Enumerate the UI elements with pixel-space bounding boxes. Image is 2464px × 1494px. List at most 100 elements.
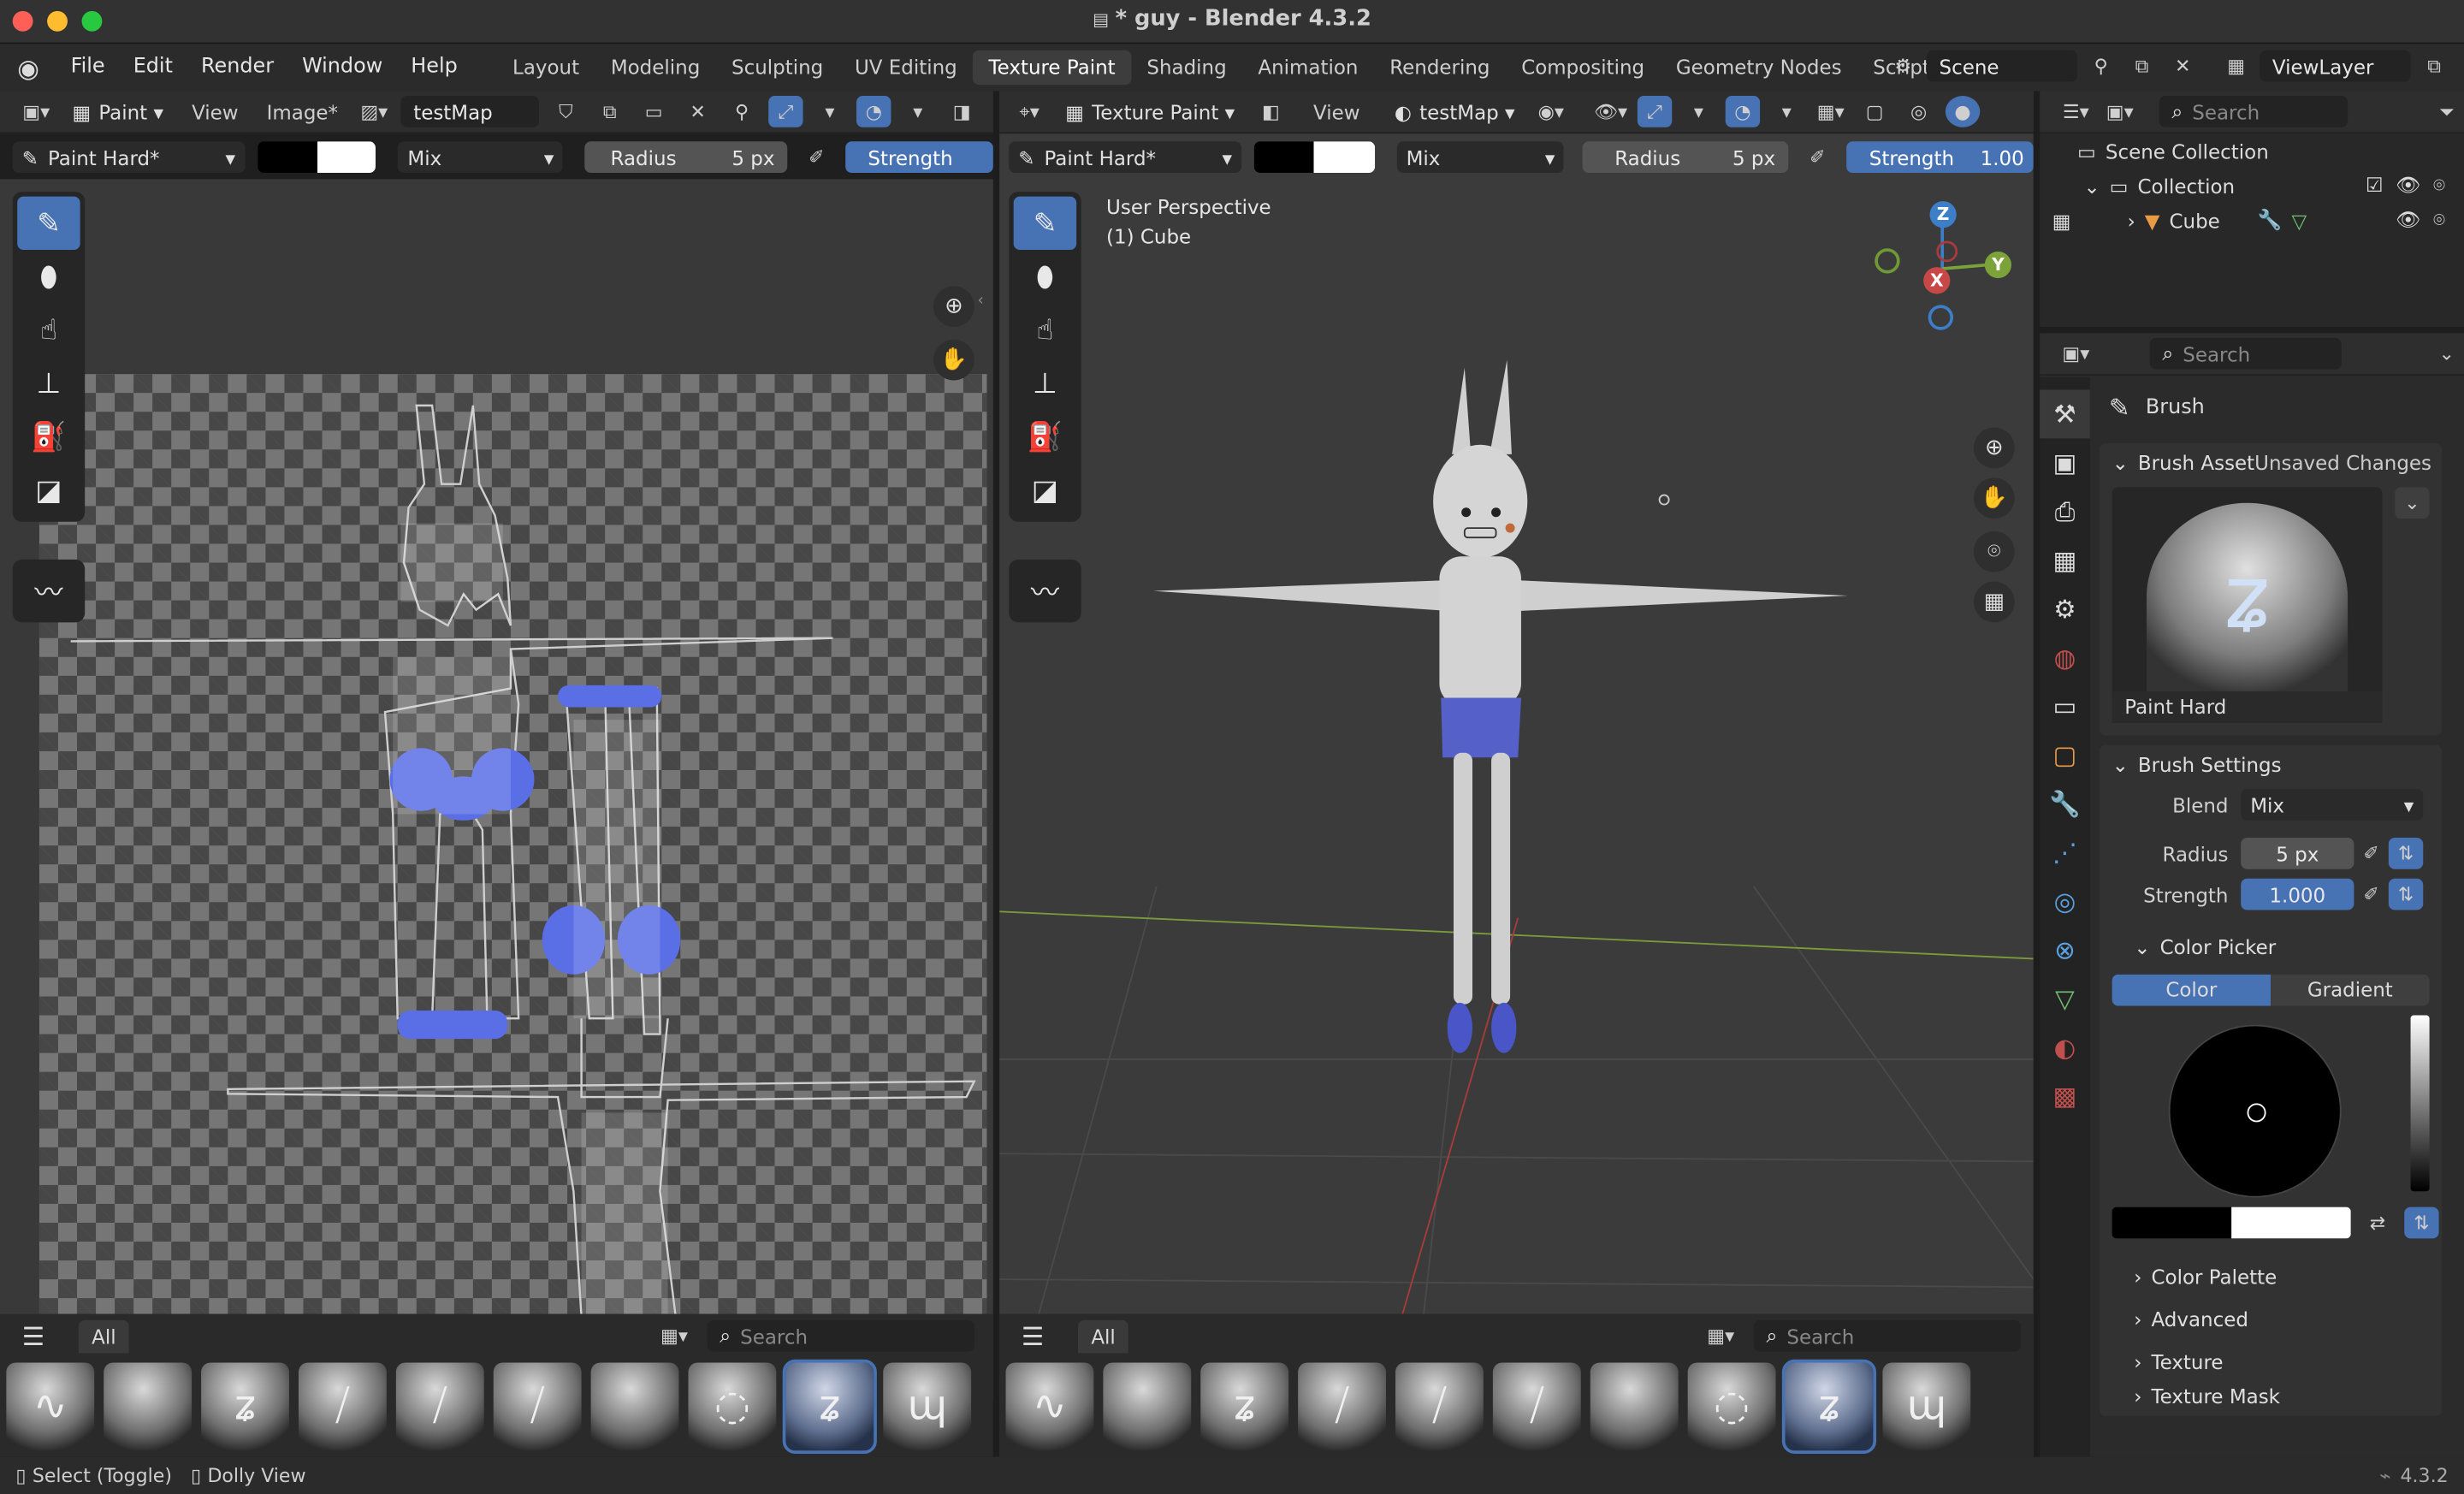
- pan-nav-button[interactable]: ✋: [933, 339, 974, 381]
- tab-modeling[interactable]: Modeling: [595, 50, 715, 85]
- gizmo-y-axis[interactable]: Y: [1984, 251, 2012, 279]
- uv-texture-map[interactable]: [38, 374, 987, 1346]
- editor-type-icon[interactable]: ▣▾: [19, 96, 53, 127]
- scene-icon[interactable]: ⚙: [1886, 50, 1920, 82]
- gizmo-z-axis[interactable]: Z: [1929, 201, 1957, 228]
- overlay-icon[interactable]: ◔: [856, 96, 891, 127]
- color-picker-header[interactable]: ⌄ Color Picker: [2100, 928, 2442, 965]
- brush-asset-section-header[interactable]: ⌄ Brush Asset Unsaved Changes: [2100, 443, 2442, 481]
- viewport-smear-tool[interactable]: ☝: [1014, 303, 1076, 356]
- viewport-mask-tool[interactable]: ◪: [1014, 464, 1076, 517]
- image-browse-icon[interactable]: ▨▾: [357, 96, 391, 127]
- texture-mask-section[interactable]: › Texture Mask: [2100, 1384, 2442, 1407]
- menu-edit[interactable]: Edit: [119, 44, 187, 91]
- draw-tool[interactable]: ✎: [17, 196, 80, 251]
- fake-user-icon[interactable]: ⛉: [548, 96, 583, 127]
- remove-scene-icon[interactable]: ✕: [2165, 50, 2200, 82]
- outliner-row-collection[interactable]: ⌄ ▭ Collection ☑ 👁 ⌾: [2040, 169, 2464, 203]
- properties-color-pair[interactable]: [2112, 1206, 2351, 1239]
- new-image-icon[interactable]: ⧉: [593, 96, 627, 127]
- filter-icon[interactable]: ⏷: [2430, 96, 2464, 127]
- viewport-zoom-button[interactable]: ⊕: [1973, 427, 2015, 469]
- value-slider[interactable]: [2410, 1015, 2430, 1192]
- properties-secondary-color[interactable]: [2231, 1206, 2351, 1239]
- brush-asset-erase-soft[interactable]: ⧸: [395, 1362, 484, 1451]
- scene-selector[interactable]: Scene: [1926, 50, 2078, 82]
- brush-asset-paint-hard[interactable]: ʑ: [782, 1359, 877, 1454]
- camera-icon[interactable]: ⌾: [1973, 531, 2015, 572]
- viewport-view-menu[interactable]: View: [1298, 100, 1376, 124]
- tab-geometry-nodes[interactable]: Geometry Nodes: [1661, 50, 1857, 85]
- camera-icon[interactable]: ⌾: [2433, 173, 2445, 198]
- shading-icon[interactable]: ◉▾: [1534, 96, 1568, 127]
- tab-layout[interactable]: Layout: [497, 50, 595, 85]
- image-menu[interactable]: Image*: [258, 100, 347, 124]
- strength-field[interactable]: Strength: [845, 141, 993, 174]
- menu-render[interactable]: Render: [187, 44, 287, 91]
- smear-tool[interactable]: ☝: [17, 303, 80, 356]
- snap-dropdown-icon[interactable]: ▾: [813, 96, 847, 127]
- pin-icon[interactable]: ⚲: [2084, 50, 2118, 82]
- zoom-nav-button[interactable]: ⊕: [933, 286, 974, 328]
- viewport-asset-display-icon[interactable]: ▦▾: [1703, 1320, 1738, 1352]
- tab-data[interactable]: ▽: [2040, 975, 2090, 1023]
- viewport-draw-tool[interactable]: ✎: [1013, 196, 1077, 251]
- blend-dropdown[interactable]: Mix ▾: [398, 141, 564, 174]
- open-image-icon[interactable]: ▭: [637, 96, 671, 127]
- tab-animation[interactable]: Animation: [1242, 50, 1374, 85]
- hand-icon[interactable]: ✋: [1973, 477, 2015, 519]
- tab-tool[interactable]: ⚒: [2040, 389, 2090, 439]
- asset-tab-all[interactable]: All: [79, 1319, 129, 1353]
- properties-primary-color[interactable]: [2112, 1206, 2232, 1239]
- texture-section[interactable]: › Texture: [2100, 1343, 2442, 1380]
- brush-asset-blur[interactable]: [104, 1362, 192, 1451]
- tab-particles[interactable]: ⋰: [2040, 828, 2090, 877]
- color-wheel[interactable]: [2168, 1024, 2342, 1198]
- strength-unit-icon[interactable]: ⇅: [2388, 878, 2424, 910]
- viewport-asset-tab-all[interactable]: All: [1078, 1319, 1128, 1353]
- tab-compositing[interactable]: Compositing: [1506, 50, 1661, 85]
- secondary-color-swatch[interactable]: [317, 141, 376, 174]
- outliner-search-input[interactable]: ⌕ Search: [2159, 96, 2348, 127]
- brush-settings-header[interactable]: ⌄ Brush Settings: [2100, 745, 2442, 783]
- unlink-image-icon[interactable]: ✕: [680, 96, 714, 127]
- advanced-section[interactable]: › Advanced: [2100, 1300, 2442, 1337]
- tab-sculpting[interactable]: Sculpting: [716, 50, 839, 85]
- viewport-blend-dropdown[interactable]: Mix ▾: [1396, 141, 1565, 174]
- properties-strength-field[interactable]: 1.000: [2241, 878, 2354, 910]
- tab-view-layer[interactable]: ▦: [2040, 536, 2090, 584]
- brush-asset-blur[interactable]: [1103, 1362, 1192, 1451]
- eye-icon[interactable]: 👁: [2396, 173, 2420, 198]
- expand-arrow-icon[interactable]: ›: [2128, 208, 2135, 232]
- display-mode-icon[interactable]: ▣▾: [2103, 96, 2137, 127]
- paint-image-dropdown[interactable]: ◐ testMap ▾: [1385, 96, 1525, 127]
- brush-asset-mask[interactable]: ◌: [1687, 1362, 1776, 1451]
- tab-render[interactable]: ▣: [2040, 438, 2090, 487]
- brush-asset-erase-hard-pressure[interactable]: ⧸: [493, 1362, 582, 1451]
- viewport-clone-tool[interactable]: ⊥: [1014, 357, 1076, 410]
- tab-material[interactable]: ◐: [2040, 1023, 2090, 1072]
- overlay-dropdown-icon[interactable]: ▾: [901, 96, 935, 127]
- brush-asset-clone[interactable]: ʑ: [201, 1362, 289, 1451]
- outliner-row-scene-collection[interactable]: ▭ Scene Collection: [2040, 133, 2464, 168]
- properties-search-input[interactable]: ⌕ Search: [2149, 337, 2342, 370]
- brush-asset-airbrush[interactable]: ∿: [1005, 1362, 1094, 1451]
- properties-radius-field[interactable]: 5 px: [2241, 837, 2354, 869]
- brush-selector[interactable]: ✎ Paint Hard* ▾: [12, 141, 246, 174]
- snap-icon[interactable]: ⤢: [768, 96, 803, 127]
- new-scene-icon[interactable]: ⧉: [2124, 50, 2159, 82]
- brush-asset-airbrush[interactable]: ∿: [6, 1362, 95, 1451]
- texture-paint-mode-dropdown[interactable]: ▦ Texture Paint ▾: [1056, 96, 1244, 127]
- viewport-strength-field[interactable]: Strength 1.00: [1847, 141, 2034, 174]
- asset-display-icon[interactable]: ▦▾: [657, 1320, 691, 1352]
- view-layer-icon[interactable]: ▦: [2218, 50, 2253, 82]
- asset-shelf-menu-icon[interactable]: ☰: [22, 1321, 44, 1351]
- gradient-tab[interactable]: Gradient: [2271, 974, 2430, 1006]
- fill-tool[interactable]: ⛽: [17, 410, 80, 463]
- visibility-icon[interactable]: 👁▾: [1593, 96, 1627, 127]
- paint-mode-dropdown[interactable]: ▦ Paint ▾: [62, 96, 173, 127]
- camera-icon[interactable]: ⌾: [2433, 207, 2445, 232]
- color-palette-section[interactable]: › Color Palette: [2100, 1257, 2442, 1295]
- clone-tool[interactable]: ⊥: [17, 357, 80, 410]
- view-layer-selector[interactable]: ViewLayer: [2260, 50, 2411, 82]
